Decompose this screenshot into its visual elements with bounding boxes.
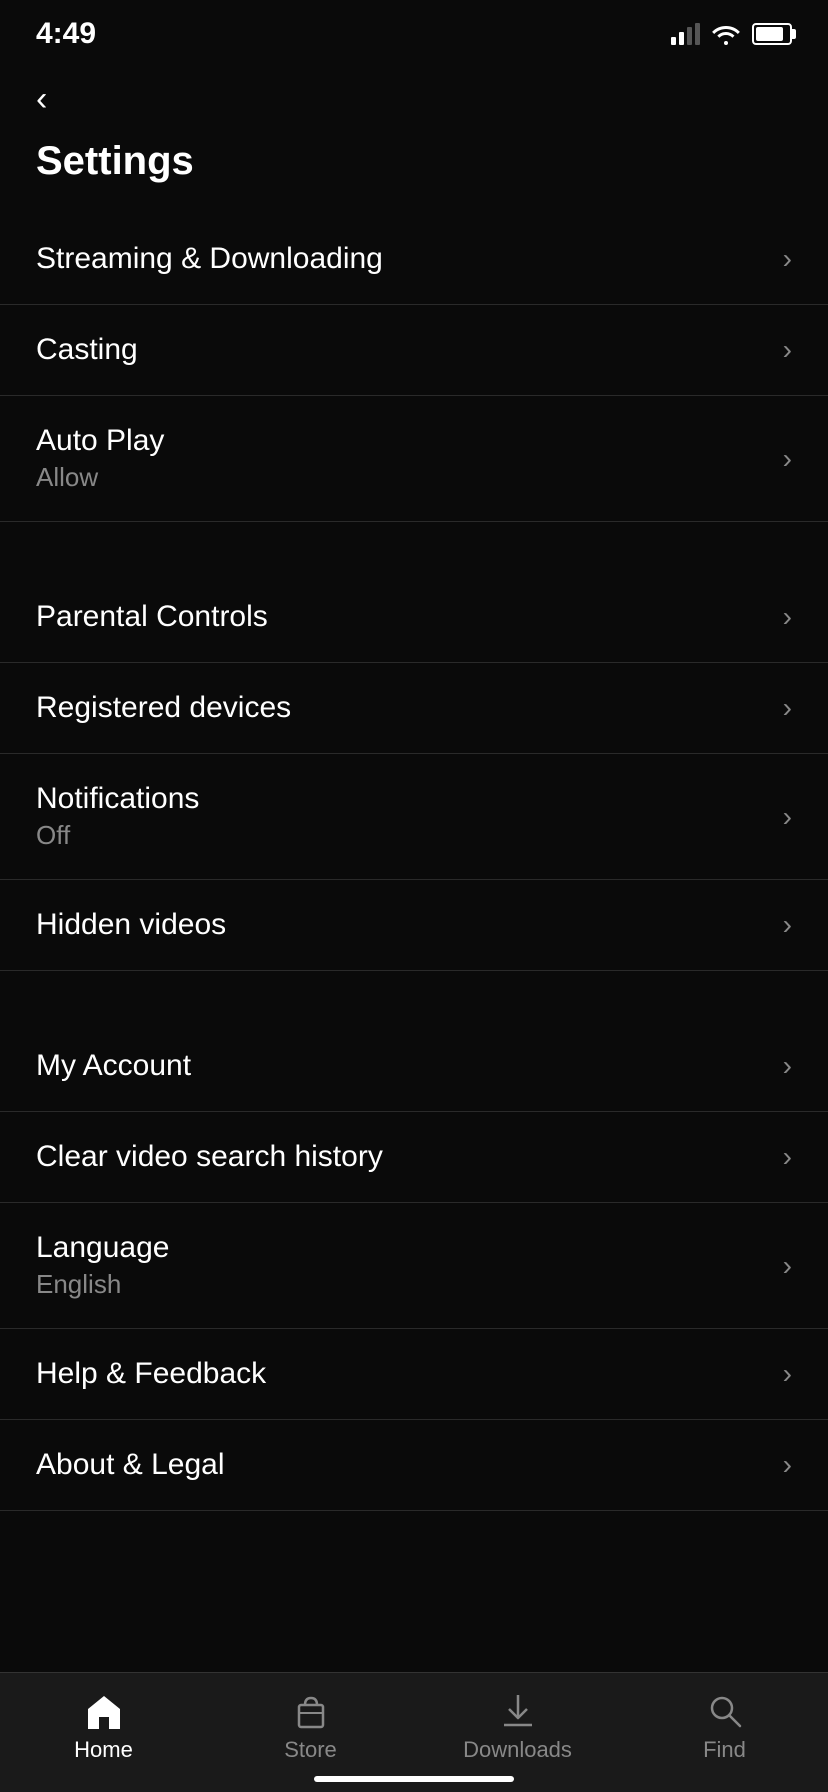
signal-icon bbox=[671, 23, 700, 45]
chevron-right-icon: › bbox=[783, 1250, 792, 1282]
settings-item-autoplay[interactable]: Auto Play Allow › bbox=[0, 396, 828, 522]
settings-item-about-legal[interactable]: About & Legal › bbox=[0, 1420, 828, 1511]
section-spacer-2 bbox=[0, 971, 828, 1021]
settings-label-parental: Parental Controls bbox=[36, 600, 268, 634]
tab-home-label: Home bbox=[74, 1737, 133, 1763]
status-bar: 4:49 bbox=[0, 0, 828, 60]
settings-item-notifications[interactable]: Notifications Off › bbox=[0, 754, 828, 880]
settings-label-hidden-videos: Hidden videos bbox=[36, 908, 226, 942]
settings-item-parental-controls[interactable]: Parental Controls › bbox=[0, 572, 828, 663]
settings-label-notifications: Notifications bbox=[36, 782, 199, 816]
chevron-right-icon: › bbox=[783, 1449, 792, 1481]
settings-item-help-feedback[interactable]: Help & Feedback › bbox=[0, 1329, 828, 1420]
settings-item-language[interactable]: Language English › bbox=[0, 1203, 828, 1329]
tab-downloads-label: Downloads bbox=[463, 1737, 572, 1763]
chevron-right-icon: › bbox=[783, 801, 792, 833]
section-spacer-1 bbox=[0, 522, 828, 572]
back-arrow-icon: ‹ bbox=[36, 80, 47, 118]
battery-icon bbox=[752, 23, 792, 45]
chevron-right-icon: › bbox=[783, 909, 792, 941]
status-time: 4:49 bbox=[36, 17, 96, 51]
settings-label-help: Help & Feedback bbox=[36, 1357, 266, 1391]
tab-downloads[interactable]: Downloads bbox=[414, 1691, 621, 1763]
settings-item-clear-history[interactable]: Clear video search history › bbox=[0, 1112, 828, 1203]
settings-section-account: Parental Controls › Registered devices ›… bbox=[0, 572, 828, 971]
settings-label-casting: Casting bbox=[36, 333, 138, 367]
tab-home[interactable]: Home bbox=[0, 1691, 207, 1763]
settings-label-about: About & Legal bbox=[36, 1448, 224, 1482]
downloads-icon bbox=[498, 1691, 538, 1731]
chevron-right-icon: › bbox=[783, 1141, 792, 1173]
settings-sublabel-language: English bbox=[36, 1269, 169, 1300]
settings-section-playback: Streaming & Downloading › Casting › Auto… bbox=[0, 214, 828, 522]
find-icon bbox=[705, 1691, 745, 1731]
chevron-right-icon: › bbox=[783, 1050, 792, 1082]
tab-find-label: Find bbox=[703, 1737, 746, 1763]
bottom-indicator bbox=[314, 1776, 514, 1782]
tab-store-label: Store bbox=[284, 1737, 337, 1763]
chevron-right-icon: › bbox=[783, 601, 792, 633]
settings-item-casting[interactable]: Casting › bbox=[0, 305, 828, 396]
settings-label-autoplay: Auto Play bbox=[36, 424, 164, 458]
tab-find[interactable]: Find bbox=[621, 1691, 828, 1763]
settings-section-misc: My Account › Clear video search history … bbox=[0, 1021, 828, 1511]
page-title: Settings bbox=[0, 129, 828, 214]
settings-sublabel-autoplay: Allow bbox=[36, 462, 164, 493]
settings-item-registered-devices[interactable]: Registered devices › bbox=[0, 663, 828, 754]
settings-label-language: Language bbox=[36, 1231, 169, 1265]
settings-item-hidden-videos[interactable]: Hidden videos › bbox=[0, 880, 828, 971]
settings-label-registered-devices: Registered devices bbox=[36, 691, 291, 725]
chevron-right-icon: › bbox=[783, 1358, 792, 1390]
settings-label-streaming: Streaming & Downloading bbox=[36, 242, 383, 276]
settings-label-my-account: My Account bbox=[36, 1049, 191, 1083]
tab-bar: Home Store Downloads Find bbox=[0, 1672, 828, 1792]
settings-item-my-account[interactable]: My Account › bbox=[0, 1021, 828, 1112]
store-icon bbox=[291, 1691, 331, 1731]
settings-sublabel-notifications: Off bbox=[36, 820, 199, 851]
settings-item-streaming-downloading[interactable]: Streaming & Downloading › bbox=[0, 214, 828, 305]
settings-label-clear-history: Clear video search history bbox=[36, 1140, 383, 1174]
status-icons bbox=[671, 23, 792, 45]
chevron-right-icon: › bbox=[783, 692, 792, 724]
chevron-right-icon: › bbox=[783, 443, 792, 475]
chevron-right-icon: › bbox=[783, 334, 792, 366]
back-button[interactable]: ‹ bbox=[0, 60, 828, 129]
tab-store[interactable]: Store bbox=[207, 1691, 414, 1763]
wifi-icon bbox=[712, 23, 740, 45]
home-icon bbox=[84, 1691, 124, 1731]
chevron-right-icon: › bbox=[783, 243, 792, 275]
